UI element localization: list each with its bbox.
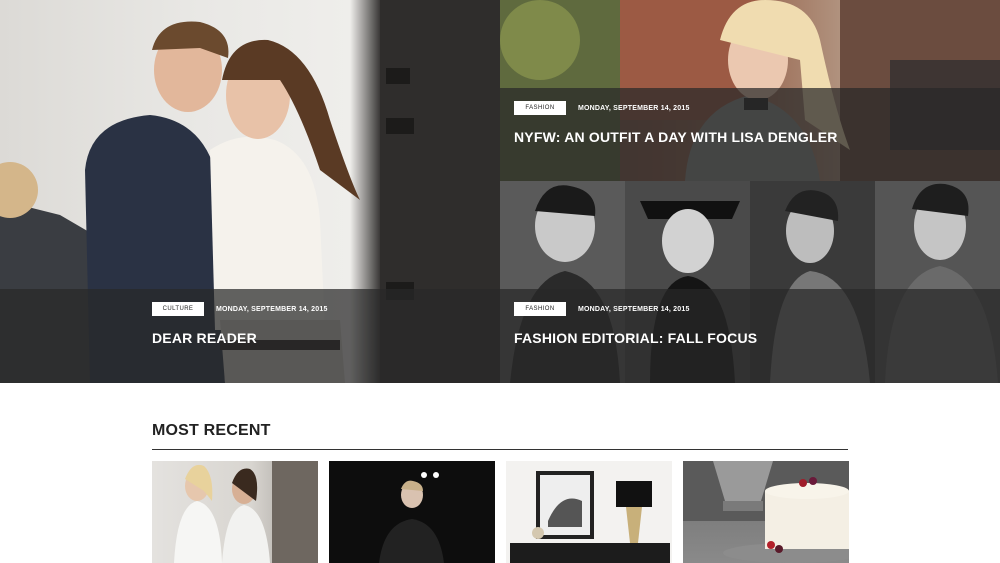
- recent-article-card[interactable]: [506, 461, 672, 563]
- recent-photo-street-style: [174, 461, 318, 563]
- section-divider: [152, 449, 848, 450]
- article-title[interactable]: FASHION EDITORIAL: FALL FOCUS: [514, 330, 757, 346]
- recent-photo-interior: [510, 471, 670, 563]
- article-title[interactable]: DEAR READER: [152, 330, 257, 346]
- article-date: MONDAY, SEPTEMBER 14, 2015: [578, 104, 690, 112]
- category-badge[interactable]: FASHION: [514, 302, 566, 316]
- recent-photo-cake: [683, 461, 849, 563]
- article-title[interactable]: NYFW: AN OUTFIT A DAY WITH LISA DENGLER: [514, 129, 838, 145]
- recent-article-card[interactable]: [152, 461, 318, 563]
- most-recent-list: [152, 461, 849, 563]
- hero-grid: CULTURE MONDAY, SEPTEMBER 14, 2015 DEAR …: [0, 0, 1000, 383]
- article-caption-overlay: FASHION MONDAY, SEPTEMBER 14, 2015 FASHI…: [500, 289, 1000, 383]
- recent-article-card[interactable]: [683, 461, 849, 563]
- article-meta: FASHION MONDAY, SEPTEMBER 14, 2015: [514, 302, 690, 316]
- article-date: MONDAY, SEPTEMBER 14, 2015: [578, 305, 690, 313]
- recent-photo-runway: [379, 472, 444, 563]
- article-caption-overlay: FASHION MONDAY, SEPTEMBER 14, 2015 NYFW:…: [500, 88, 1000, 181]
- category-badge[interactable]: FASHION: [514, 101, 566, 115]
- recent-article-card[interactable]: [329, 461, 495, 563]
- article-caption-overlay: CULTURE MONDAY, SEPTEMBER 14, 2015 DEAR …: [0, 289, 500, 383]
- hero-article-dear-reader[interactable]: CULTURE MONDAY, SEPTEMBER 14, 2015 DEAR …: [0, 0, 500, 383]
- most-recent-heading: MOST RECENT: [152, 422, 271, 439]
- category-badge[interactable]: CULTURE: [152, 302, 204, 316]
- article-date: MONDAY, SEPTEMBER 14, 2015: [216, 305, 328, 313]
- article-meta: FASHION MONDAY, SEPTEMBER 14, 2015: [514, 101, 690, 115]
- article-meta: CULTURE MONDAY, SEPTEMBER 14, 2015: [152, 302, 328, 316]
- hero-article-fall-focus[interactable]: FASHION MONDAY, SEPTEMBER 14, 2015 FASHI…: [500, 181, 1000, 383]
- hero-article-nyfw[interactable]: FASHION MONDAY, SEPTEMBER 14, 2015 NYFW:…: [500, 0, 1000, 181]
